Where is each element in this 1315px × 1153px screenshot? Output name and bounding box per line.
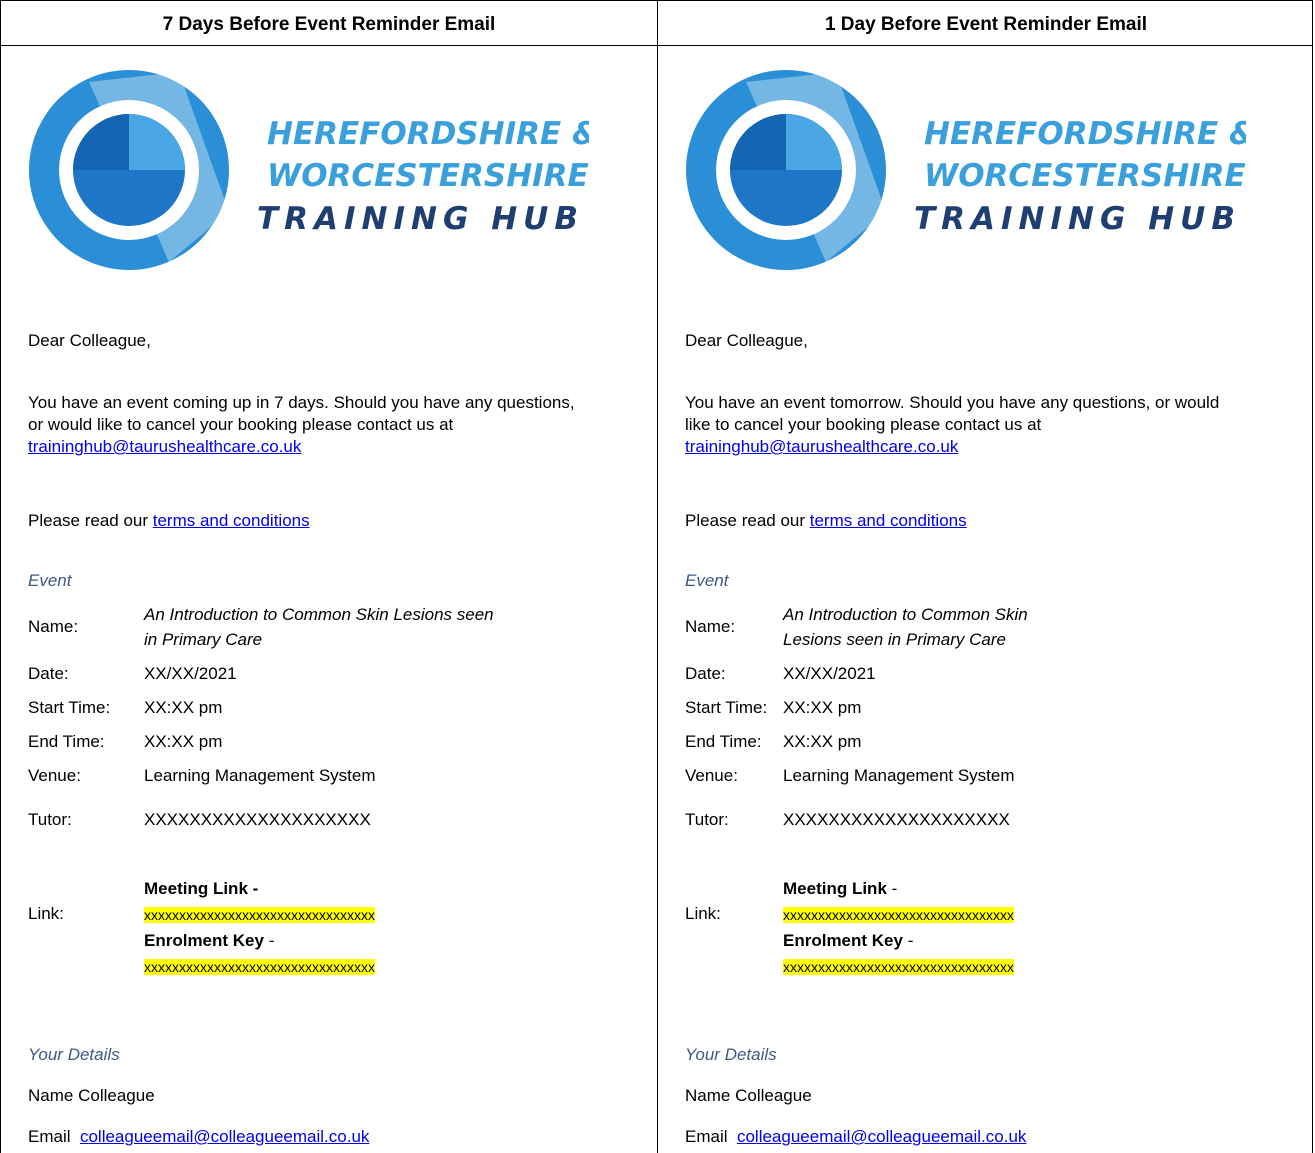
event-link-value: Meeting Link - xxxxxxxxxxxxxxxxxxxxxxxxx… <box>144 876 375 980</box>
event-start-label: Start Time: <box>685 698 768 717</box>
details-email-link[interactable]: colleagueemail@colleagueemail.co.uk <box>80 1127 369 1146</box>
event-name-label: Name: <box>685 617 736 636</box>
event-tutor-value: XXXXXXXXXXXXXXXXXXXX <box>144 810 371 829</box>
event-name-line-1: An Introduction to Common Skin Lesions s… <box>144 605 494 624</box>
event-start-label: Start Time: <box>28 698 111 717</box>
details-section-heading: Your Details <box>28 1045 120 1064</box>
meeting-link-dash: - <box>886 879 898 898</box>
contact-email-link[interactable]: traininghub@taurushealthcare.co.uk <box>685 437 958 456</box>
details-name-label: Name <box>685 1086 731 1105</box>
intro-line-2: like to cancel your booking please conta… <box>685 415 1042 434</box>
logo-line-1: HEREFORDSHIRE & <box>924 116 1246 152</box>
terms-link[interactable]: terms and conditions <box>153 511 310 530</box>
terms-line: Please read our terms and conditions <box>685 510 1305 532</box>
event-section-heading: Event <box>28 571 72 590</box>
event-name-line-2: in Primary Care <box>144 630 263 649</box>
intro-line-2: or would like to cancel your booking ple… <box>28 415 454 434</box>
event-date-value: XX/XX/2021 <box>144 664 237 683</box>
event-start-value: XX:XX pm <box>783 698 862 717</box>
contact-email-link[interactable]: traininghub@taurushealthcare.co.uk <box>28 437 301 456</box>
event-end-value: XX:XX pm <box>783 732 862 751</box>
logo-line-3: TRAINING HUB <box>257 201 584 237</box>
column-heading: 7 Days Before Event Reminder Email <box>162 14 496 35</box>
enrolment-key-label: Enrolment Key <box>783 931 903 950</box>
details-email-label: Email <box>28 1127 71 1146</box>
intro-line-1: You have an event tomorrow. Should you h… <box>685 393 1220 412</box>
terms-link[interactable]: terms and conditions <box>810 511 967 530</box>
meeting-link-value[interactable]: xxxxxxxxxxxxxxxxxxxxxxxxxxxxxxxxx <box>144 907 375 923</box>
meeting-link-label: Meeting Link <box>783 879 887 898</box>
event-name-label: Name: <box>28 617 79 636</box>
event-section-heading: Event <box>685 571 729 590</box>
event-name-value: An Introduction to Common Skin Lesions s… <box>783 602 1203 652</box>
details-email-row: Email colleagueemail@colleagueemail.co.u… <box>28 1127 369 1147</box>
details-section-heading: Your Details <box>685 1045 777 1064</box>
details-name-label: Name <box>28 1086 74 1105</box>
event-end-value: XX:XX pm <box>144 732 223 751</box>
enrolment-key-dash: - <box>263 931 275 950</box>
event-tutor-label: Tutor: <box>28 810 72 829</box>
column-heading: 1 Day Before Event Reminder Email <box>824 14 1148 35</box>
event-link-label: Link: <box>685 904 721 923</box>
enrolment-key-label: Enrolment Key <box>144 931 264 950</box>
details-email-link[interactable]: colleagueemail@colleagueemail.co.uk <box>737 1127 1026 1146</box>
details-name-row: Name Colleague <box>28 1086 155 1106</box>
event-name-line-2: Lesions seen in Primary Care <box>783 630 1006 649</box>
meeting-link-value[interactable]: xxxxxxxxxxxxxxxxxxxxxxxxxxxxxxxxx <box>783 907 1014 923</box>
reminder-column-1-day: 1 Day Before Event Reminder Email HEREFO… <box>658 0 1314 1153</box>
training-hub-ring-logo-icon <box>686 70 886 270</box>
details-name-value: Colleague <box>78 1086 155 1105</box>
event-start-value: XX:XX pm <box>144 698 223 717</box>
enrolment-key-value: xxxxxxxxxxxxxxxxxxxxxxxxxxxxxxxxx <box>783 959 1014 975</box>
event-venue-value: Learning Management System <box>144 766 376 785</box>
event-end-label: End Time: <box>685 732 762 751</box>
logo-line-3: TRAINING HUB <box>914 201 1241 237</box>
training-hub-logo: HEREFORDSHIRE & WORCESTERSHIRE TRAINING … <box>29 70 589 270</box>
logo-line-1: HEREFORDSHIRE & <box>267 116 589 152</box>
event-link-value: Meeting Link - xxxxxxxxxxxxxxxxxxxxxxxxx… <box>783 876 1014 980</box>
terms-line: Please read our terms and conditions <box>28 510 648 532</box>
intro-line-1: You have an event coming up in 7 days. S… <box>28 393 575 412</box>
greeting: Dear Colleague, <box>28 331 151 350</box>
training-hub-logo: HEREFORDSHIRE & WORCESTERSHIRE TRAINING … <box>686 70 1246 270</box>
event-date-label: Date: <box>28 664 69 683</box>
details-name-row: Name Colleague <box>685 1086 812 1106</box>
terms-prefix: Please read our <box>685 511 810 530</box>
event-venue-value: Learning Management System <box>783 766 1015 785</box>
enrolment-key-value: xxxxxxxxxxxxxxxxxxxxxxxxxxxxxxxxx <box>144 959 375 975</box>
event-date-value: XX/XX/2021 <box>783 664 876 683</box>
event-end-label: End Time: <box>28 732 105 751</box>
training-hub-ring-logo-icon <box>29 70 229 270</box>
greeting: Dear Colleague, <box>685 331 808 350</box>
logo-line-2: WORCESTERSHIRE <box>267 158 589 194</box>
enrolment-key-dash: - <box>902 931 914 950</box>
event-name-line-1: An Introduction to Common Skin <box>783 605 1028 624</box>
event-tutor-value: XXXXXXXXXXXXXXXXXXXX <box>783 810 1010 829</box>
event-name-value: An Introduction to Common Skin Lesions s… <box>144 602 564 652</box>
terms-prefix: Please read our <box>28 511 153 530</box>
event-venue-label: Venue: <box>685 766 738 785</box>
details-email-label: Email <box>685 1127 728 1146</box>
logo-line-2: WORCESTERSHIRE <box>924 158 1246 194</box>
reminder-column-7-days: 7 Days Before Event Reminder Email HEREF… <box>1 0 657 1153</box>
meeting-link-label: Meeting Link - <box>144 879 259 898</box>
details-name-value: Colleague <box>735 1086 812 1105</box>
event-date-label: Date: <box>685 664 726 683</box>
event-link-label: Link: <box>28 904 64 923</box>
event-tutor-label: Tutor: <box>685 810 729 829</box>
details-email-row: Email colleagueemail@colleagueemail.co.u… <box>685 1127 1026 1147</box>
event-venue-label: Venue: <box>28 766 81 785</box>
